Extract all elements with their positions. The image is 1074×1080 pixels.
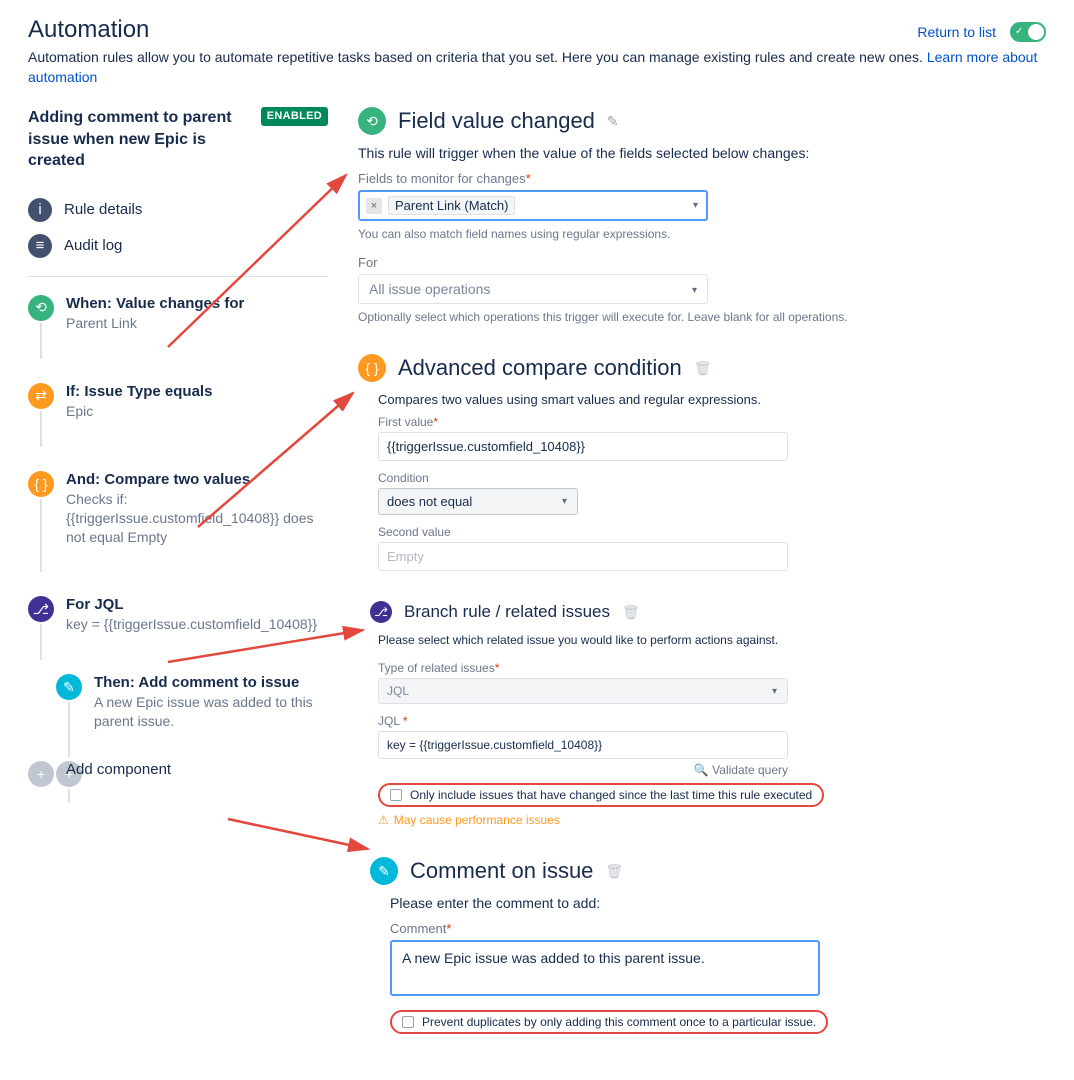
branch-helper: Please select which related issue you wo… xyxy=(378,633,1046,647)
compare-icon: { } xyxy=(28,471,54,497)
for-hint: Optionally select which operations this … xyxy=(358,310,1046,324)
trigger-icon: ⟲ xyxy=(28,295,54,321)
remove-tag-icon[interactable]: × xyxy=(366,198,382,214)
rule-name: Adding comment to parent issue when new … xyxy=(28,107,249,172)
plus-icon: + xyxy=(28,761,54,787)
page-title: Automation xyxy=(28,16,149,44)
prevent-duplicates-checkbox[interactable] xyxy=(402,1016,414,1028)
fields-to-monitor-input[interactable]: × Parent Link (Match) ▾ xyxy=(358,190,708,221)
list-icon: ≡ xyxy=(28,234,52,258)
step-when[interactable]: ⟲ When: Value changes for Parent Link xyxy=(28,295,328,333)
jql-input[interactable]: key = {{triggerIssue.customfield_10408}} xyxy=(378,731,788,759)
trigger-title: Field value changed xyxy=(398,108,595,134)
condition-operator-select[interactable]: does not equal ▾ xyxy=(378,488,578,515)
type-related-select[interactable]: JQL ▾ xyxy=(378,678,788,704)
second-value-input[interactable]: Empty xyxy=(378,542,788,571)
comment-block: ✎ Comment on issue 🗑 Please enter the co… xyxy=(370,857,1046,1034)
comment-helper: Please enter the comment to add: xyxy=(390,895,1046,911)
rule-enabled-toggle[interactable]: ✓ xyxy=(1010,22,1046,42)
validate-query-link[interactable]: 🔍 Validate query xyxy=(378,763,788,777)
condition-icon: ⇄ xyxy=(28,383,54,409)
condition-block: { } Advanced compare condition 🗑 Compare… xyxy=(358,354,1046,571)
second-value-label: Second value xyxy=(378,525,1046,539)
branch-title: Branch rule / related issues xyxy=(404,602,610,622)
action-icon: ✎ xyxy=(56,674,82,700)
type-label: Type of related issues* xyxy=(378,661,1046,675)
status-badge: ENABLED xyxy=(261,107,328,126)
branch-block: ⎇ Branch rule / related issues 🗑 Please … xyxy=(358,601,1046,827)
fields-hint: You can also match field names using reg… xyxy=(358,227,1046,241)
nav-rule-details[interactable]: i Rule details xyxy=(28,192,328,228)
condition-op-label: Condition xyxy=(378,471,1046,485)
comment-section-icon: ✎ xyxy=(370,857,398,885)
trigger-block: ⟲ Field value changed ✎ This rule will t… xyxy=(358,107,1046,324)
field-tag: Parent Link (Match) xyxy=(388,196,515,215)
trash-icon[interactable]: 🗑 xyxy=(694,360,712,377)
jql-label: JQL * xyxy=(378,714,1046,728)
return-to-list-link[interactable]: Return to list xyxy=(917,24,996,40)
warning-icon: ⚠ xyxy=(378,813,389,827)
for-operations-select[interactable]: All issue operations ▾ xyxy=(358,274,708,304)
chevron-down-icon: ▾ xyxy=(692,285,697,296)
branch-section-icon: ⎇ xyxy=(370,601,392,623)
divider xyxy=(28,276,328,277)
for-label: For xyxy=(358,255,1046,270)
trigger-helper: This rule will trigger when the value of… xyxy=(358,145,1046,161)
first-value-label: First value* xyxy=(378,415,1046,429)
chevron-down-icon[interactable]: ▾ xyxy=(693,200,698,211)
page-description: Automation rules allow you to automate r… xyxy=(28,48,1046,87)
trigger-section-icon: ⟲ xyxy=(358,107,386,135)
step-if[interactable]: ⇄ If: Issue Type equals Epic xyxy=(28,383,328,421)
nav-audit-log[interactable]: ≡ Audit log xyxy=(28,228,328,264)
step-add-component[interactable]: + Add component xyxy=(28,761,328,778)
chevron-down-icon: ▾ xyxy=(562,496,567,507)
prevent-duplicates-highlight: Prevent duplicates by only adding this c… xyxy=(390,1010,828,1034)
trash-icon[interactable]: 🗑 xyxy=(605,863,623,880)
info-icon: i xyxy=(28,198,52,222)
step-then[interactable]: ✎ Then: Add comment to issue A new Epic … xyxy=(56,674,328,731)
fields-label: Fields to monitor for changes* xyxy=(358,171,1046,186)
comment-textarea[interactable]: A new Epic issue was added to this paren… xyxy=(390,940,820,996)
step-and[interactable]: { } And: Compare two values Checks if:{{… xyxy=(28,471,328,547)
step-for-jql[interactable]: ⎇ For JQL key = {{triggerIssue.customfie… xyxy=(28,596,328,634)
only-include-highlight: Only include issues that have changed si… xyxy=(378,783,824,807)
condition-section-icon: { } xyxy=(358,354,386,382)
performance-warning: ⚠May cause performance issues xyxy=(378,813,1046,827)
trash-icon[interactable]: 🗑 xyxy=(622,604,640,621)
edit-icon[interactable]: ✎ xyxy=(607,113,619,130)
comment-label: Comment* xyxy=(390,921,1046,936)
condition-title: Advanced compare condition xyxy=(398,355,682,381)
first-value-input[interactable]: {{triggerIssue.customfield_10408}} xyxy=(378,432,788,461)
comment-title: Comment on issue xyxy=(410,858,593,884)
chevron-down-icon: ▾ xyxy=(772,686,777,697)
condition-helper: Compares two values using smart values a… xyxy=(378,392,1046,407)
only-include-checkbox[interactable] xyxy=(390,789,402,801)
branch-icon: ⎇ xyxy=(28,596,54,622)
